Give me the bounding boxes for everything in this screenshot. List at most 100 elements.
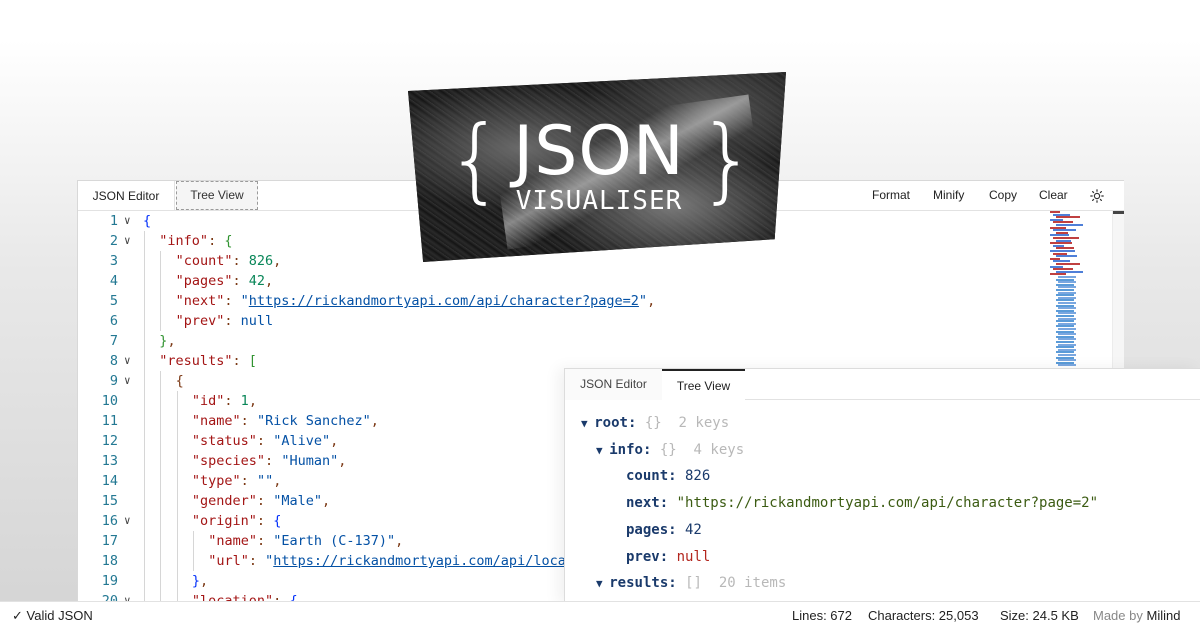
json-token: : (224, 313, 241, 329)
indent-guide (176, 551, 178, 571)
json-token: , (265, 273, 274, 289)
json-token: : (224, 293, 241, 309)
fold-chevron-icon[interactable]: ∨ (124, 231, 138, 251)
expand-triangle-icon[interactable]: ▼ (596, 577, 609, 590)
json-token: , (167, 333, 176, 349)
code-text: "count": 826, (176, 251, 282, 271)
copy-button[interactable]: Copy (989, 181, 1017, 211)
tree-node-meta: [] 20 items (676, 575, 787, 592)
minify-button[interactable]: Minify (933, 181, 964, 211)
code-line[interactable]: 6 "prev": null (78, 311, 1124, 331)
expand-triangle-icon[interactable]: ▼ (581, 417, 594, 430)
json-token: : (265, 453, 282, 469)
json-key: "gender" (191, 493, 257, 509)
valid-json-label: Valid JSON (26, 608, 93, 623)
line-number: 7 (109, 333, 118, 349)
fold-chevron-icon[interactable]: ∨ (124, 511, 138, 531)
clear-button[interactable]: Clear (1039, 181, 1068, 211)
code-line[interactable]: 4 "pages": 42, (78, 271, 1124, 291)
code-text: "id": 1, (192, 391, 257, 411)
tab-json-editor[interactable]: JSON Editor (78, 181, 175, 211)
tree-value: "https://rickandmortyapi.com/api/charact… (668, 495, 1099, 512)
tree-node[interactable]: ▼ root: {} 2 keys (581, 411, 729, 435)
code-text: "info": { (159, 231, 232, 251)
line-number: 12 (101, 433, 118, 449)
code-line[interactable]: 3 "count": 826, (78, 251, 1124, 271)
scrollbar-thumb[interactable] (1113, 211, 1124, 214)
tree-key: root: (594, 415, 637, 431)
json-token: 826 (248, 253, 274, 269)
json-key: "info" (159, 233, 209, 249)
line-number: 11 (101, 413, 118, 429)
line-number: 9 (109, 373, 118, 389)
indent-guide (144, 351, 145, 371)
indent-guide (160, 411, 162, 431)
format-button[interactable]: Format (872, 181, 910, 211)
json-token: , (200, 573, 209, 589)
expand-triangle-icon[interactable]: ▼ (596, 444, 609, 457)
json-key: "type" (191, 473, 241, 489)
indent-guide (176, 571, 178, 591)
line-number: 15 (101, 493, 118, 509)
json-token: : (232, 253, 249, 269)
json-token: "Alive" (273, 433, 331, 449)
json-key: "pages" (175, 273, 233, 289)
tab-tree-view[interactable]: Tree View (176, 181, 258, 210)
indent-guide (144, 231, 145, 251)
code-text: { (176, 371, 184, 391)
indent-guide (160, 371, 162, 391)
code-line[interactable]: 5 "next": "https://rickandmortyapi.com/ap… (78, 291, 1124, 311)
indent-guide (176, 411, 178, 431)
tree-node-meta: {} 2 keys (636, 415, 730, 431)
line-number: 2 (109, 233, 118, 249)
code-text: "gender": "Male", (192, 491, 330, 511)
tab-tree-view[interactable]: Tree View (662, 369, 745, 401)
code-text: { (143, 211, 151, 231)
line-number: 5 (109, 293, 118, 309)
tree-body: ▼ root: {} 2 keys ▼ info: {} 4 keys count:… (565, 401, 1200, 604)
indent-guide (144, 411, 145, 431)
theme-toggle-button[interactable] (1090, 181, 1104, 211)
tree-node: prev: null (626, 545, 710, 569)
indent-guide (144, 451, 145, 471)
status-bar: ✓ Valid JSON Lines: 672 Characters: 25,0… (0, 601, 1200, 630)
minimap[interactable] (1050, 211, 1083, 371)
json-token: : (256, 533, 274, 549)
indent-guide (144, 551, 145, 571)
fold-chevron-icon[interactable]: ∨ (124, 211, 138, 231)
tab-json-editor[interactable]: JSON Editor (565, 369, 662, 400)
indent-guide (144, 251, 145, 271)
tree-node[interactable]: ▼ results: [] 20 items (596, 571, 786, 595)
made-by-prefix: Made by (1093, 608, 1143, 623)
json-token: : (248, 553, 266, 569)
json-url[interactable]: https://rickandmortyapi.com/api/characte… (249, 293, 639, 309)
line-number: 18 (101, 553, 118, 569)
character-count: Characters: 25,053 (868, 608, 979, 623)
indent-guide (176, 491, 178, 511)
indent-guide (144, 391, 145, 411)
tree-key: pages: (626, 521, 677, 538)
line-count: Lines: 672 (792, 608, 852, 623)
tree-key: prev: (626, 548, 669, 565)
code-line[interactable]: 7}, (78, 331, 1124, 351)
fold-chevron-icon[interactable]: ∨ (124, 371, 138, 391)
indent-guide (160, 271, 162, 291)
sun-icon (1090, 189, 1104, 203)
json-token: " (240, 293, 249, 309)
fold-chevron-icon[interactable]: ∨ (124, 351, 138, 371)
json-token: , (395, 533, 404, 549)
author-link[interactable]: Milind (1147, 608, 1181, 623)
json-token: { (273, 513, 282, 529)
json-token: 1 (240, 393, 249, 409)
indent-guide (144, 531, 145, 551)
tree-value: null (668, 548, 711, 565)
valid-json-status: ✓ Valid JSON (12, 602, 93, 630)
json-key: "results" (159, 353, 233, 369)
tree-tabs: JSON Editor Tree View (565, 369, 1200, 401)
indent-guide (160, 391, 162, 411)
tree-node[interactable]: ▼ info: {} 4 keys (596, 438, 744, 462)
json-key: "url" (208, 553, 249, 569)
indent-guide (192, 551, 194, 571)
indent-guide (160, 551, 162, 571)
tree-key: info: (609, 441, 652, 458)
